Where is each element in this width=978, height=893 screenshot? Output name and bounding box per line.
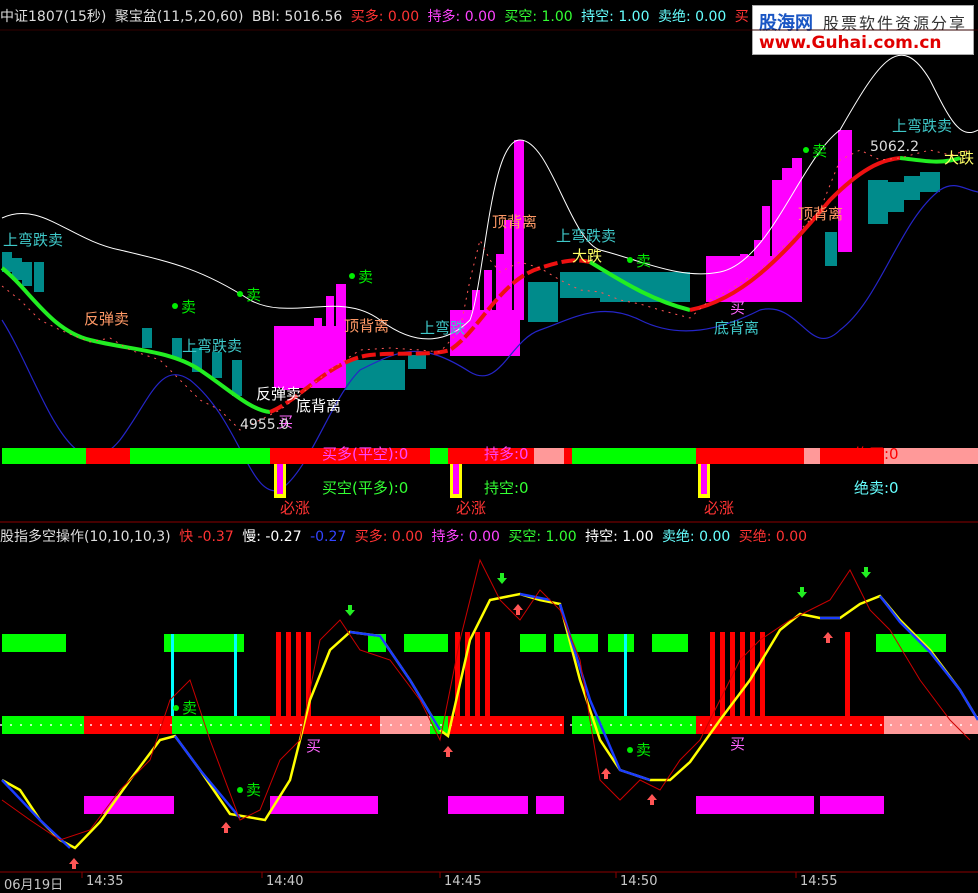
slow-value: 慢: -0.27 [242,529,302,545]
buy-long-flat-short-label: 买多(平空):0 [322,445,409,463]
annotation-label: 上弯跌卖 [892,117,953,135]
annotation-label: 底背离 [296,397,342,415]
annotation-label: 顶背离 [492,213,538,231]
time-axis: 06月19日 14:35 14:40 14:45 14:50 14:55 [0,872,978,893]
sell-dot-4 [627,257,633,263]
time-tick: 14:45 [444,874,482,889]
annotation-label: 反弹卖 [256,385,302,403]
sub-buy-label: 买 [730,735,746,753]
sub-hold-short: 持空: 1.00 [585,529,654,545]
abs-buy-label: 绝买:0 [854,445,899,463]
sub-sell-dot [237,787,243,793]
down-arrow-icon [861,567,871,578]
time-tick: 06月19日 [4,878,64,893]
bottom-indicator-bar: 股指多空操作(10,10,10,3) 快 -0.37 慢: -0.27 -0.2… [0,527,811,547]
annotation-label: 上弯跌卖 [556,227,617,245]
down-arrow-icon [797,587,807,598]
annotation-label: 上弯跌 [420,319,466,337]
sell-label: 卖 [246,286,262,304]
price-high-label: 5062.2 [870,139,919,155]
up-arrow-icon [601,768,611,779]
sub-sell-abs: 卖绝: 0.00 [661,529,731,545]
sell-label: 卖 [812,142,828,160]
sub-hold-long: 持多: 0.00 [431,529,500,545]
annotation-label: 上弯跌卖 [182,337,243,355]
up-arrow-icon [823,632,833,643]
sell-label: 卖 [358,268,374,286]
up-arrow-icon [513,604,523,615]
sub-buy-short: 买空: 1.00 [508,529,577,545]
time-tick: 14:35 [86,874,124,889]
annotation-label: 底背离 [714,319,760,337]
annotation-label: 反弹卖 [84,310,130,328]
sub-middle-band [0,716,978,734]
hold-short-label: 持空:0 [484,479,529,497]
up-arrow-icon [443,746,453,757]
sell-dot-1 [172,303,178,309]
hold-long-label: 持多:0 [484,445,529,463]
sell-label: 卖 [636,252,652,270]
annotation-label: 上弯跌卖 [3,231,64,249]
price-low-label: 4955.0 [240,417,289,433]
sub-top-blocks [2,634,946,652]
annotation-label: 顶背离 [798,205,844,223]
third-value: -0.27 [310,529,347,545]
sell-dot-5 [803,147,809,153]
sub-buy-label: 买 [306,737,322,755]
abs-sell-label: 绝卖:0 [854,479,899,497]
sell-dot-2 [237,291,243,297]
sub-sell-label: 卖 [636,741,652,759]
down-arrow-icon [497,573,507,584]
must-rise-label: 必涨 [704,499,735,517]
sub-buy-long: 买多: 0.00 [354,529,424,545]
annotation-label: 买 [730,299,746,317]
fast-value: 快 -0.37 [179,529,234,545]
sub-sell-label: 卖 [182,699,198,717]
down-arrow-icon [345,605,355,616]
sub-magenta-blocks [84,796,884,814]
annotation-label: 大跌 [944,149,975,167]
buy-short-flat-long-label: 买空(平多):0 [322,479,409,497]
sub-buy-abs: 买绝: 0.00 [738,529,808,545]
up-arrow-icon [647,794,657,805]
up-arrow-icon [221,822,231,833]
must-rise-label: 必涨 [280,499,311,517]
sub-sell-dot [173,705,179,711]
time-tick: 14:55 [800,874,838,889]
up-arrow-icon [69,858,79,869]
must-rise-label: 必涨 [456,499,487,517]
annotation-label: 顶背离 [344,317,390,335]
sub-sell-label: 卖 [246,781,262,799]
sell-dot-3 [349,273,355,279]
sub-sell-dot [627,747,633,753]
annotation-label: 大跌 [572,247,603,265]
sell-label: 卖 [181,298,197,316]
sub-title: 股指多空操作(10,10,10,3) [0,529,171,545]
time-tick: 14:50 [620,874,658,889]
time-tick: 14:40 [266,874,304,889]
